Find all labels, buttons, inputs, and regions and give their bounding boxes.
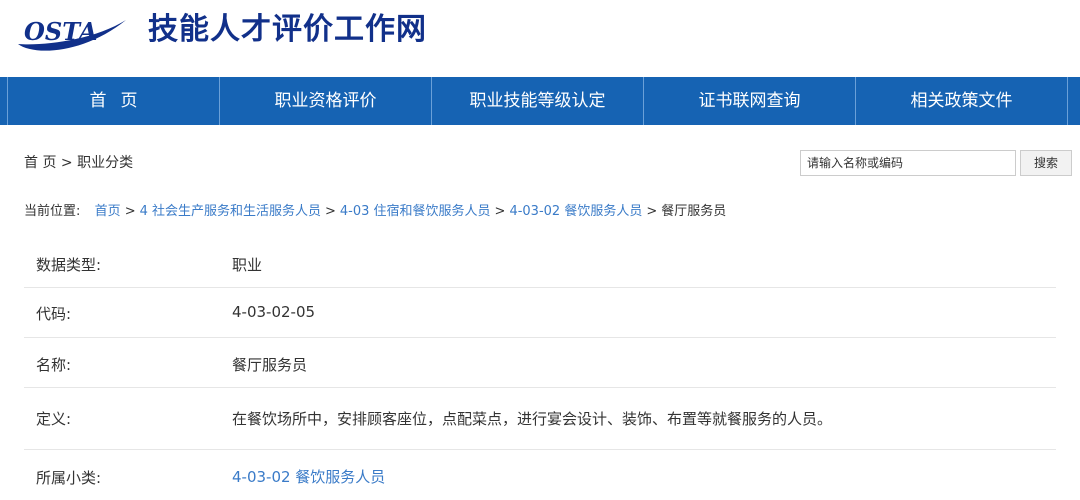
location-separator: >	[494, 204, 506, 219]
detail-label: 数据类型:	[36, 256, 102, 274]
nav-edge	[0, 77, 8, 125]
location-link-home[interactable]: 首页	[95, 204, 121, 219]
detail-row-minor-category: 所属小类: 4-03-02 餐饮服务人员	[24, 450, 1056, 500]
location-link-minor-group[interactable]: 4-03-02 餐饮服务人员	[509, 204, 642, 219]
search-button[interactable]: 搜索	[1020, 150, 1072, 176]
location-separator: >	[124, 204, 136, 219]
occupation-detail: 数据类型: 职业 代码: 4-03-02-05 名称: 餐厅服务员 定义: 在餐…	[24, 238, 1056, 500]
detail-label: 代码:	[36, 305, 72, 323]
location-separator: >	[325, 204, 336, 219]
main-nav: 首页 职业资格评价 职业技能等级认定 证书联网查询 相关政策文件	[0, 77, 1080, 125]
breadcrumb-current[interactable]: 职业分类	[77, 155, 133, 171]
breadcrumb-separator: >	[60, 155, 73, 171]
detail-value: 职业	[232, 256, 263, 274]
breadcrumb-home[interactable]: 首 页	[24, 155, 56, 171]
site-header: OSTA 技能人才评价工作网	[0, 0, 1080, 76]
nav-item-skill-level-certification[interactable]: 职业技能等级认定	[432, 77, 644, 125]
detail-row-definition: 定义: 在餐饮场所中，安排顾客座位，点配菜点，进行宴会设计、装饰、布置等就餐服务…	[24, 388, 1056, 450]
location-separator: >	[646, 204, 658, 219]
detail-value: 餐厅服务员	[232, 356, 308, 374]
search-input[interactable]: 请输入名称或编码	[800, 150, 1016, 176]
location-prefix: 当前位置:	[24, 204, 81, 219]
detail-row-name: 名称: 餐厅服务员	[24, 338, 1056, 388]
site-title: 技能人才评价工作网	[148, 12, 427, 47]
nav-item-qualification-evaluation[interactable]: 职业资格评价	[220, 77, 432, 125]
detail-label: 所属小类:	[36, 469, 102, 487]
detail-value: 在餐饮场所中，安排顾客座位，点配菜点，进行宴会设计、装饰、布置等就餐服务的人员。	[232, 410, 833, 428]
location-link-major-group[interactable]: 4 社会生产服务和生活服务人员	[140, 204, 321, 219]
detail-row-data-type: 数据类型: 职业	[24, 238, 1056, 288]
nav-item-home[interactable]: 首页	[8, 77, 220, 125]
location-link-medium-group[interactable]: 4-03 住宿和餐饮服务人员	[340, 204, 491, 219]
detail-label: 名称:	[36, 356, 72, 374]
detail-label: 定义:	[36, 410, 72, 428]
detail-value: 4-03-02-05	[232, 303, 316, 321]
minor-category-link[interactable]: 4-03-02 餐饮服务人员	[232, 466, 385, 487]
location-current: 餐厅服务员	[661, 204, 727, 219]
nav-item-certificate-query[interactable]: 证书联网查询	[644, 77, 856, 125]
nav-item-policy-documents[interactable]: 相关政策文件	[856, 77, 1068, 125]
osta-logo[interactable]: OSTA	[14, 10, 132, 52]
detail-row-code: 代码: 4-03-02-05	[24, 288, 1056, 338]
breadcrumb: 首 页 > 职业分类	[24, 154, 133, 172]
location-breadcrumb: 当前位置: 首页 >4 社会生产服务和生活服务人员 >4-03 住宿和餐饮服务人员 >…	[24, 203, 726, 221]
svg-text:OSTA: OSTA	[24, 17, 97, 46]
